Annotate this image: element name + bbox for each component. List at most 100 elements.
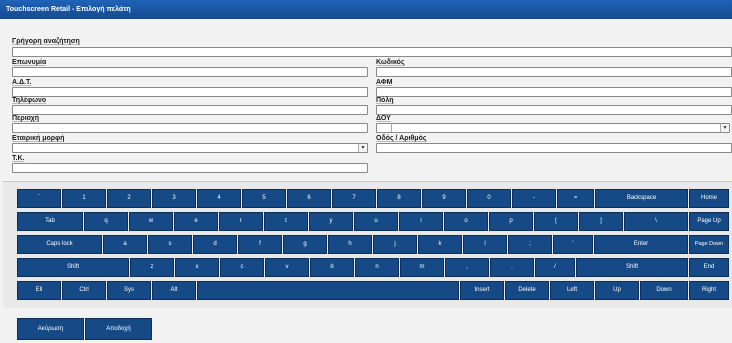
quick-search-label: Γρήγορη αναζήτηση [12,38,80,45]
key-h[interactable]: h [328,235,372,254]
key-right-bracket[interactable]: ] [579,212,623,231]
key-v[interactable]: v [265,258,309,277]
code-input[interactable] [376,67,732,77]
city-input[interactable] [376,105,732,115]
key-backslash[interactable]: \ [624,212,688,231]
id-input[interactable] [12,87,368,97]
area-label: Περιοχή [12,115,39,122]
key-f[interactable]: f [238,235,282,254]
key-period[interactable]: . [490,258,534,277]
key-shift-left[interactable]: Shift [17,258,129,277]
key-r[interactable]: r [219,212,263,231]
key-equals[interactable]: = [557,189,594,208]
postal-code-input[interactable] [12,163,368,173]
phone-input[interactable] [12,105,368,115]
key-space[interactable] [197,281,459,300]
doy-chevron-down-icon[interactable]: ▾ [720,124,729,132]
area-input[interactable] [12,123,368,133]
phone-label: Τηλέφωνο [12,97,47,104]
key-g[interactable]: g [283,235,327,254]
key-left-bracket[interactable]: [ [534,212,578,231]
key-home[interactable]: Home [689,189,729,208]
key-p[interactable]: p [489,212,533,231]
afm-label: ΑΦΜ [376,79,393,86]
key-a[interactable]: a [103,235,147,254]
key-x[interactable]: x [175,258,219,277]
doy-select[interactable]: ▾ [376,123,730,133]
key-caps-lock[interactable]: Caps lock [17,235,102,254]
key-k[interactable]: k [418,235,462,254]
key-y[interactable]: y [309,212,353,231]
key-l[interactable]: l [463,235,507,254]
window-title: Touchscreen Retail - Επιλογή πελάτη [0,0,732,19]
key-t[interactable]: t [264,212,308,231]
key-semicolon[interactable]: ; [508,235,552,254]
key-b[interactable]: b [310,258,354,277]
key-o[interactable]: o [444,212,488,231]
key-i[interactable]: i [399,212,443,231]
code-label: Κωδικός [376,59,405,66]
key-1[interactable]: 1 [62,189,106,208]
key-u[interactable]: u [354,212,398,231]
key-q[interactable]: q [84,212,128,231]
company-form-chevron-down-icon[interactable]: ▾ [358,144,367,152]
key-2[interactable]: 2 [107,189,151,208]
key-j[interactable]: j [373,235,417,254]
key-right[interactable]: Right [689,281,729,300]
customer-form: Γρήγορη αναζήτηση Επωνυμία Κωδικός Α.Δ.Τ… [0,19,732,180]
key-up[interactable]: Up [595,281,639,300]
quick-search-input[interactable] [12,47,732,57]
onscreen-keyboard: ` 1 2 3 4 5 6 7 8 9 0 - = Backspace Home… [3,181,732,308]
key-c[interactable]: c [220,258,264,277]
key-z[interactable]: z [130,258,174,277]
id-label: Α.Δ.Τ. [12,79,32,86]
key-9[interactable]: 9 [422,189,466,208]
afm-input[interactable] [376,87,732,97]
key-7[interactable]: 7 [332,189,376,208]
key-5[interactable]: 5 [242,189,286,208]
key-insert[interactable]: Insert [460,281,504,300]
accept-button[interactable]: Αποδοχή [85,318,152,340]
key-tab[interactable]: Tab [17,212,83,231]
key-s[interactable]: s [148,235,192,254]
key-page-down[interactable]: Page Down [689,235,729,254]
key-alt[interactable]: Alt [152,281,196,300]
key-backtick[interactable]: ` [17,189,61,208]
key-d[interactable]: d [193,235,237,254]
key-delete[interactable]: Delete [505,281,549,300]
key-0[interactable]: 0 [467,189,511,208]
street-label: Οδός / Αριθμός [376,135,427,142]
company-form-select[interactable]: ▾ [12,143,368,153]
postal-code-label: Τ.Κ. [12,155,25,162]
key-language[interactable]: Εll [17,281,61,300]
city-label: Πόλη [376,97,394,104]
key-enter[interactable]: Enter [594,235,688,254]
company-form-label: Εταιρική μορφή [12,135,65,142]
key-3[interactable]: 3 [152,189,196,208]
key-page-up[interactable]: Page Up [689,212,729,231]
surname-label: Επωνυμία [12,59,47,66]
key-down[interactable]: Down [640,281,688,300]
surname-input[interactable] [12,67,368,77]
key-comma[interactable]: , [445,258,489,277]
key-ctrl[interactable]: Ctrl [62,281,106,300]
key-shift-right[interactable]: Shift [576,258,688,277]
key-minus[interactable]: - [512,189,556,208]
key-8[interactable]: 8 [377,189,421,208]
key-left[interactable]: Left [550,281,594,300]
key-sys[interactable]: Sys [107,281,151,300]
street-input[interactable] [376,143,732,153]
doy-label: ΔΟΥ [376,115,391,122]
cancel-button[interactable]: Ακύρωση [17,318,84,340]
doy-divider [391,124,392,132]
key-backspace[interactable]: Backspace [595,189,688,208]
key-m[interactable]: m [400,258,444,277]
key-n[interactable]: n [355,258,399,277]
key-quote[interactable]: ' [553,235,593,254]
key-4[interactable]: 4 [197,189,241,208]
key-6[interactable]: 6 [287,189,331,208]
key-slash[interactable]: / [535,258,575,277]
key-w[interactable]: w [129,212,173,231]
key-e[interactable]: e [174,212,218,231]
key-end[interactable]: End [689,258,729,277]
